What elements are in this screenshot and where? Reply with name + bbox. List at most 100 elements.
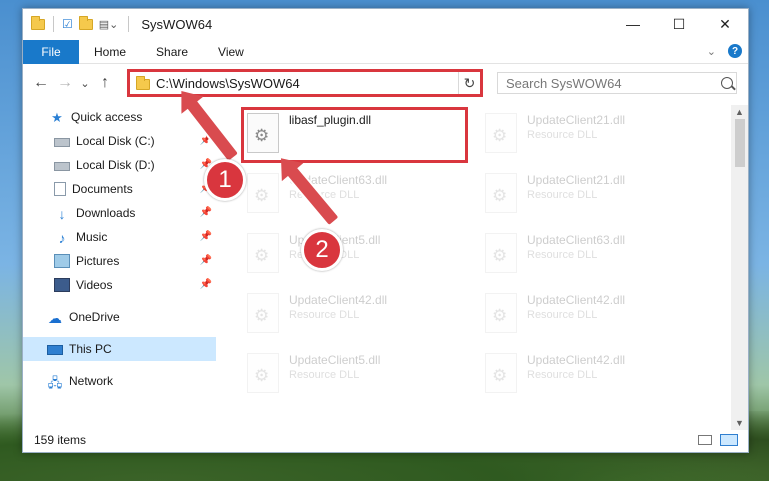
dll-file-icon — [247, 353, 279, 393]
star-icon: ★ — [51, 110, 63, 125]
pin-icon[interactable]: 📌 — [200, 255, 212, 266]
step-2-badge: 2 — [301, 229, 343, 271]
document-icon — [54, 182, 66, 196]
drive-icon — [54, 138, 70, 147]
window-title: SysWOW64 — [141, 16, 213, 32]
dll-file-icon — [247, 293, 279, 333]
folder-icon — [31, 15, 45, 30]
tab-view[interactable]: View — [203, 45, 259, 59]
file-name: UpdateClient21.dll — [527, 113, 626, 127]
help-button[interactable]: ? — [728, 44, 742, 58]
sidebar-item-label: Documents — [72, 182, 133, 196]
customize-toolbar-icon[interactable]: ▤⌄ — [99, 18, 119, 31]
chevron-down-icon[interactable]: ⌄ — [707, 45, 716, 58]
cloud-icon: ☁ — [48, 310, 62, 326]
search-input[interactable]: Search SysWOW64 — [497, 72, 737, 94]
music-icon: ♪ — [58, 230, 66, 246]
file-item[interactable]: UpdateClient21.dll Resource DLL — [481, 109, 703, 157]
sidebar-item-label: Quick access — [71, 110, 143, 124]
file-name: UpdateClient5.dll — [289, 353, 381, 367]
dll-file-icon — [485, 353, 517, 393]
tab-share[interactable]: Share — [141, 45, 203, 59]
videos-icon — [54, 278, 70, 292]
pin-icon[interactable]: 📌 — [200, 279, 212, 290]
file-name: UpdateClient63.dll — [527, 233, 626, 247]
back-button[interactable]: ← — [29, 71, 53, 95]
properties-icon[interactable]: ☑ — [62, 17, 73, 31]
file-item[interactable]: UpdateClient5.dll Resource DLL — [243, 349, 465, 397]
sidebar-item-music[interactable]: ♪ Music 📌 — [23, 225, 216, 249]
file-type: Resource DLL — [527, 369, 598, 381]
pictures-icon — [54, 254, 70, 268]
ribbon-tabs: File Home Share View ⌄ ? — [23, 39, 748, 64]
sidebar-item-documents[interactable]: Documents 📌 — [23, 177, 216, 201]
navigation-bar: ← → ⌄ ↑ C:\Windows\SysWOW64 ↻ Search Sys… — [23, 69, 748, 97]
sidebar-item-label: Music — [76, 230, 108, 244]
sidebar-item-label: Pictures — [76, 254, 120, 268]
file-name: UpdateClient42.dll — [527, 353, 626, 367]
file-item[interactable]: UpdateClient42.dll Resource DLL — [481, 289, 703, 337]
recent-locations-button[interactable]: ⌄ — [77, 71, 93, 95]
file-type: Resource DLL — [527, 309, 598, 321]
search-icon — [721, 77, 733, 89]
scroll-up-icon[interactable]: ▲ — [735, 107, 744, 117]
dll-file-icon — [247, 233, 279, 273]
sidebar-item-this-pc[interactable]: This PC — [23, 337, 216, 361]
sidebar-item-label: Downloads — [76, 206, 136, 220]
up-button[interactable]: ↑ — [93, 71, 117, 95]
sidebar-item-onedrive[interactable]: ☁ OneDrive — [23, 305, 216, 329]
sidebar-item-label: Local Disk (D:) — [76, 158, 155, 172]
sidebar-item-network[interactable]: 🖧 Network — [23, 369, 216, 393]
sidebar-item-downloads[interactable]: ↓ Downloads 📌 — [23, 201, 216, 225]
pin-icon[interactable]: 📌 — [200, 207, 212, 218]
divider — [128, 16, 130, 32]
status-bar: 159 items — [23, 427, 748, 452]
minimize-button[interactable]: — — [610, 9, 656, 39]
file-type: Resource DLL — [527, 129, 598, 141]
file-item[interactable]: UpdateClient63.dll Resource DLL — [243, 169, 465, 217]
large-icons-view-icon[interactable] — [720, 434, 738, 446]
new-folder-icon[interactable] — [78, 15, 93, 30]
file-type: Resource DLL — [527, 249, 598, 261]
sidebar-item-label: Local Disk (C:) — [76, 134, 155, 148]
quick-access-toolbar: ☑ ▤⌄ — [23, 15, 119, 32]
sidebar-item-local-disk-d[interactable]: Local Disk (D:) 📌 — [23, 153, 216, 177]
item-count: 159 items — [34, 433, 87, 447]
file-name: UpdateClient21.dll — [527, 173, 626, 187]
file-item[interactable]: UpdateClient63.dll Resource DLL — [481, 229, 703, 277]
file-item[interactable]: UpdateClient42.dll Resource DLL — [481, 349, 703, 397]
sidebar-item-label: OneDrive — [69, 310, 120, 324]
vertical-scrollbar[interactable]: ▲ ▼ — [731, 105, 748, 430]
download-icon: ↓ — [58, 206, 66, 222]
dll-file-icon — [485, 113, 517, 153]
close-button[interactable]: ✕ — [702, 9, 748, 39]
dll-file-icon — [485, 173, 517, 213]
tab-file[interactable]: File — [23, 39, 79, 64]
dll-file-icon — [485, 233, 517, 273]
network-icon: 🖧 — [47, 375, 63, 390]
file-name: UpdateClient42.dll — [289, 293, 388, 307]
file-item[interactable]: UpdateClient21.dll Resource DLL — [481, 169, 703, 217]
file-highlight — [241, 107, 468, 163]
file-explorer-window: ☑ ▤⌄ SysWOW64 — ☐ ✕ File Home Share View… — [22, 8, 749, 453]
drive-icon — [54, 162, 70, 171]
sidebar-item-label: Network — [69, 374, 114, 388]
file-type: Resource DLL — [289, 369, 360, 381]
file-name: UpdateClient42.dll — [527, 293, 626, 307]
scrollbar-thumb[interactable] — [735, 119, 745, 167]
file-type: Resource DLL — [289, 309, 360, 321]
file-item[interactable]: UpdateClient5.dll Resource DLL — [243, 229, 465, 277]
sidebar-item-local-disk-c[interactable]: Local Disk (C:) 📌 — [23, 129, 216, 153]
maximize-button[interactable]: ☐ — [656, 9, 702, 39]
details-view-icon[interactable] — [698, 435, 712, 445]
pin-icon[interactable]: 📌 — [200, 231, 212, 242]
sidebar-item-videos[interactable]: Videos 📌 — [23, 273, 216, 297]
navigation-pane: ★ Quick access Local Disk (C:) 📌 Local D… — [23, 105, 216, 415]
tab-home[interactable]: Home — [79, 45, 141, 59]
computer-icon — [47, 345, 63, 355]
sidebar-item-pictures[interactable]: Pictures 📌 — [23, 249, 216, 273]
file-item[interactable]: UpdateClient42.dll Resource DLL — [243, 289, 465, 337]
sidebar-item-label: Videos — [76, 278, 113, 292]
title-bar: ☑ ▤⌄ SysWOW64 — ☐ ✕ — [23, 9, 748, 39]
forward-button[interactable]: → — [53, 71, 77, 95]
